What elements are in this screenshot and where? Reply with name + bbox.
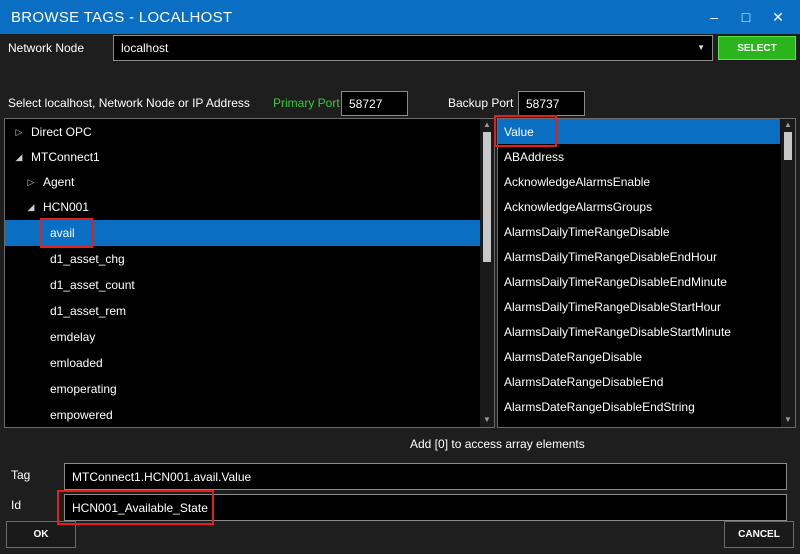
- tree-item-direct-opc[interactable]: ▷ Direct OPC: [5, 119, 92, 145]
- tree-item-label: d1_asset_count: [50, 278, 135, 292]
- tree-item-mtconnect1[interactable]: ◢ MTConnect1: [5, 144, 100, 170]
- scroll-down-icon[interactable]: ▼: [781, 415, 795, 424]
- tree-scrollbar[interactable]: ▲ ▼: [480, 119, 494, 427]
- tree-scroll-thumb[interactable]: [483, 132, 491, 262]
- backup-port-label: Backup Port: [448, 96, 514, 110]
- expand-arrow-icon[interactable]: ▷: [25, 177, 37, 188]
- property-item[interactable]: AlarmsDailyTimeRangeDisableEndMinute: [498, 269, 780, 294]
- tree-item-hcn001[interactable]: ◢ HCN001: [5, 194, 90, 220]
- id-input[interactable]: HCN001_Available_State: [64, 494, 787, 521]
- tree-item-emloaded[interactable]: emloaded: [5, 350, 103, 376]
- property-item[interactable]: AlarmsDailyTimeRangeDisableStartMinute: [498, 319, 780, 344]
- cancel-button[interactable]: CANCEL: [724, 521, 794, 548]
- select-button[interactable]: SELECT: [718, 36, 796, 60]
- dropdown-arrow-icon: ▼: [697, 43, 705, 52]
- tree-item-d1-asset-rem[interactable]: d1_asset_rem: [5, 298, 126, 324]
- property-item[interactable]: AlarmsDateRangeDisableStart: [498, 419, 780, 428]
- backup-port-input[interactable]: 58737: [518, 91, 585, 116]
- address-hint: Select localhost, Network Node or IP Add…: [8, 96, 250, 110]
- tree-item-label: d1_asset_rem: [50, 304, 127, 318]
- tree-item-label: emloaded: [50, 356, 103, 370]
- title-bar: BROWSE TAGS - LOCALHOST – □ ✕: [0, 0, 800, 34]
- network-node-dropdown[interactable]: localhost ▼: [113, 35, 713, 61]
- tree-item-label: emoperating: [50, 382, 117, 396]
- close-icon[interactable]: ✕: [768, 8, 788, 26]
- property-item[interactable]: ABAddress: [498, 144, 780, 169]
- property-item[interactable]: AlarmsDateRangeDisableEndString: [498, 394, 780, 419]
- tree-item-d1-asset-chg[interactable]: d1_asset_chg: [5, 246, 125, 272]
- property-scrollbar[interactable]: ▲ ▼: [781, 119, 795, 427]
- expand-arrow-icon[interactable]: ▷: [13, 127, 25, 138]
- property-item[interactable]: AcknowledgeAlarmsGroups: [498, 194, 780, 219]
- ok-button[interactable]: OK: [6, 521, 76, 548]
- collapse-arrow-icon[interactable]: ◢: [25, 202, 37, 213]
- tree-item-emdelay[interactable]: emdelay: [5, 324, 95, 350]
- property-scroll-thumb[interactable]: [784, 132, 792, 160]
- tree-item-label: Agent: [43, 175, 75, 189]
- property-item[interactable]: AlarmsDailyTimeRangeDisableEndHour: [498, 244, 780, 269]
- scroll-up-icon[interactable]: ▲: [781, 120, 795, 129]
- tree-item-empowered[interactable]: empowered: [5, 402, 113, 427]
- tag-label: Tag: [11, 468, 31, 482]
- scroll-down-icon[interactable]: ▼: [480, 415, 494, 424]
- property-item[interactable]: AlarmsDateRangeDisable: [498, 344, 780, 369]
- tree-item-label: Direct OPC: [31, 125, 92, 139]
- tree-item-d1-asset-count[interactable]: d1_asset_count: [5, 272, 135, 298]
- minimize-icon[interactable]: –: [704, 8, 724, 26]
- tree-item-label: emdelay: [50, 330, 96, 344]
- collapse-arrow-icon[interactable]: ◢: [13, 152, 25, 163]
- property-item[interactable]: AlarmsDateRangeDisableEnd: [498, 369, 780, 394]
- tree-item-label: HCN001: [43, 200, 90, 214]
- property-item[interactable]: AlarmsDailyTimeRangeDisableStartHour: [498, 294, 780, 319]
- tree-item-label: d1_asset_chg: [50, 252, 125, 266]
- network-node-label: Network Node: [8, 41, 85, 55]
- tree-item-agent[interactable]: ▷ Agent: [5, 169, 75, 195]
- tag-input[interactable]: MTConnect1.HCN001.avail.Value: [64, 463, 787, 490]
- window-title: BROWSE TAGS - LOCALHOST: [11, 9, 233, 26]
- network-node-value: localhost: [121, 41, 169, 55]
- id-label: Id: [11, 498, 22, 512]
- maximize-icon[interactable]: □: [736, 8, 756, 26]
- tree-item-label: MTConnect1: [31, 150, 100, 164]
- primary-port-label: Primary Port: [273, 96, 340, 110]
- property-list[interactable]: Value ABAddress AcknowledgeAlarmsEnable …: [497, 118, 796, 428]
- array-hint: Add [0] to access array elements: [410, 437, 585, 451]
- property-item[interactable]: AlarmsDailyTimeRangeDisable: [498, 219, 780, 244]
- tag-tree[interactable]: ▷ Direct OPC ◢ MTConnect1 ▷ Agent ◢ HCN0…: [4, 118, 495, 428]
- tree-item-emoperating[interactable]: emoperating: [5, 376, 117, 402]
- primary-port-input[interactable]: 58727: [341, 91, 408, 116]
- scroll-up-icon[interactable]: ▲: [480, 120, 494, 129]
- tree-item-avail[interactable]: avail: [5, 220, 494, 246]
- tree-item-label: empowered: [50, 408, 113, 422]
- property-item-value[interactable]: Value: [498, 119, 780, 144]
- tree-item-label: avail: [50, 226, 75, 240]
- property-item[interactable]: AcknowledgeAlarmsEnable: [498, 169, 780, 194]
